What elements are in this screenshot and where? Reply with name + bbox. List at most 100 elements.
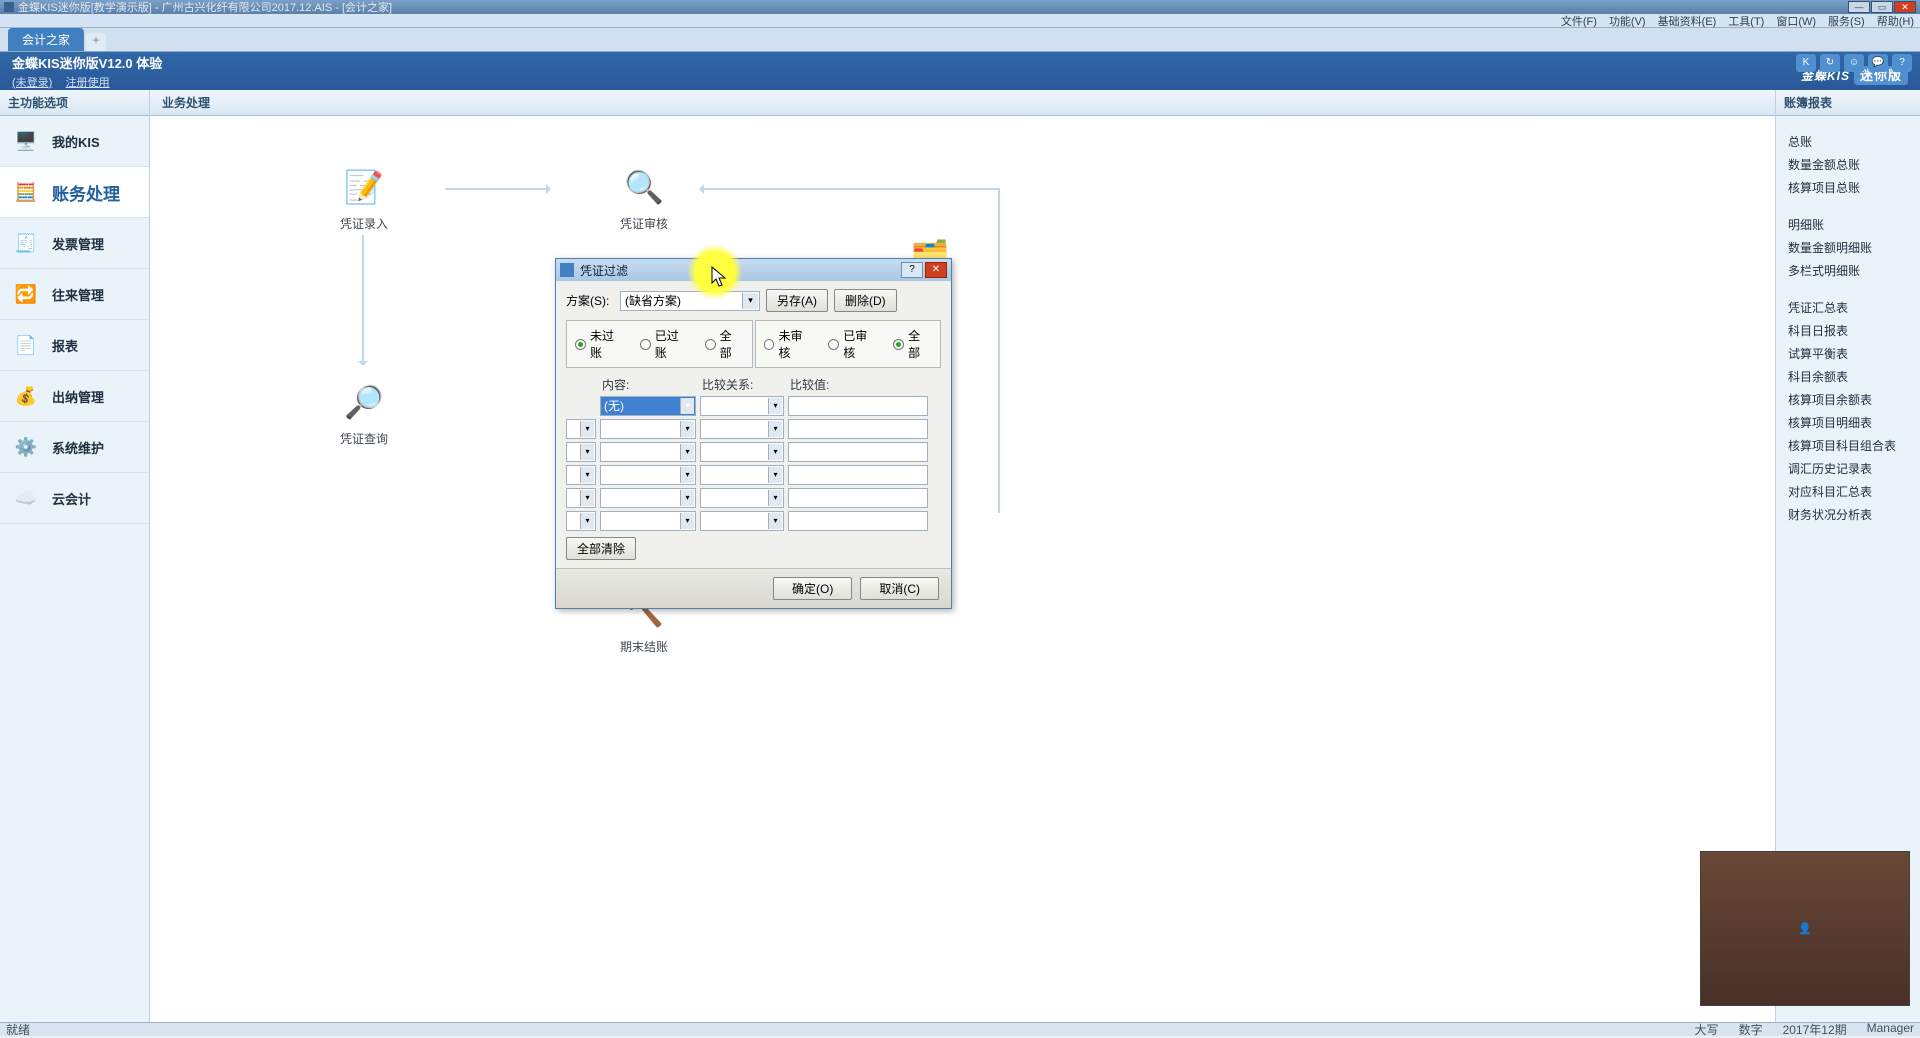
filter-relation-select[interactable]: ▾: [700, 396, 784, 416]
filter-logic-select[interactable]: ▾: [566, 465, 596, 485]
filter-relation-select[interactable]: ▾: [700, 488, 784, 508]
filter-relation-select[interactable]: ▾: [700, 511, 784, 531]
menu-window[interactable]: 窗口(W): [1770, 13, 1822, 29]
menu-file[interactable]: 文件(F): [1555, 13, 1603, 29]
sidebar-item-report[interactable]: 📄 报表: [0, 320, 149, 371]
status-caps: 大写: [1695, 1021, 1719, 1038]
filter-logic-select[interactable]: ▾: [566, 442, 596, 462]
filter-value-input[interactable]: [788, 488, 928, 508]
col-relation: 比较关系:: [702, 376, 786, 393]
rp-item[interactable]: 核算项目明细表: [1776, 411, 1920, 434]
rp-item[interactable]: 调汇历史记录表: [1776, 457, 1920, 480]
rp-item[interactable]: 科目日报表: [1776, 319, 1920, 342]
minimize-button[interactable]: —: [1848, 1, 1870, 13]
login-link[interactable]: (未登录): [12, 77, 52, 89]
dialog-titlebar[interactable]: 凭证过滤 ? ✕: [556, 259, 951, 281]
filter-logic-select[interactable]: ▾: [566, 488, 596, 508]
tray-icon-2[interactable]: ↻: [1820, 54, 1840, 72]
node-voucher-audit[interactable]: 🔍 凭证审核: [620, 165, 668, 232]
register-link[interactable]: 注册使用: [66, 77, 110, 89]
menu-service[interactable]: 服务(S): [1822, 13, 1871, 29]
sidebar-item-cashier[interactable]: 💰 出纳管理: [0, 371, 149, 422]
filter-logic-select[interactable]: ▾: [566, 511, 596, 531]
filter-content-select[interactable]: ▾: [600, 442, 696, 462]
filter-content-select[interactable]: ▾: [600, 488, 696, 508]
radio-unaudited[interactable]: 未审核: [764, 327, 815, 361]
radio-all-posting[interactable]: 全部: [705, 327, 744, 361]
dialog-help-button[interactable]: ?: [901, 262, 923, 278]
radio-posted[interactable]: 已过账: [640, 327, 691, 361]
audit-radio-group: 未审核 已审核 全部: [755, 320, 942, 368]
filter-content-select[interactable]: ▾: [600, 419, 696, 439]
sidebar-item-accounting[interactable]: 🧮 账务处理: [0, 167, 149, 218]
filter-value-input[interactable]: [788, 419, 928, 439]
sidebar-item-invoice[interactable]: 🧾 发票管理: [0, 218, 149, 269]
sidebar-item-mykis[interactable]: 🖥️ 我的KIS: [0, 116, 149, 167]
rp-item[interactable]: 对应科目汇总表: [1776, 480, 1920, 503]
filter-relation-select[interactable]: ▾: [700, 419, 784, 439]
scheme-label: 方案(S):: [566, 292, 614, 309]
tab-home[interactable]: 会计之家: [8, 28, 84, 51]
node-voucher-query[interactable]: 🔎 凭证查询: [340, 380, 388, 447]
rp-item[interactable]: 多栏式明细账: [1776, 259, 1920, 282]
tray-icon-4[interactable]: 💬: [1868, 54, 1888, 72]
rp-item[interactable]: 凭证汇总表: [1776, 296, 1920, 319]
maximize-button[interactable]: ▭: [1871, 1, 1893, 13]
rp-item[interactable]: 科目余额表: [1776, 365, 1920, 388]
sidebar-item-system[interactable]: ⚙️ 系统维护: [0, 422, 149, 473]
tray-icon-5[interactable]: ?: [1892, 54, 1912, 72]
filter-row-4: ▾ ▾ ▾: [566, 465, 941, 485]
filter-value-input[interactable]: [788, 442, 928, 462]
sidebar-item-cloud[interactable]: ☁️ 云会计: [0, 473, 149, 524]
rp-item[interactable]: 明细账: [1776, 213, 1920, 236]
rp-item[interactable]: 核算项目余额表: [1776, 388, 1920, 411]
rp-item[interactable]: 数量金额总账: [1776, 153, 1920, 176]
radio-unposted[interactable]: 未过账: [575, 327, 626, 361]
ok-button[interactable]: 确定(O): [773, 577, 852, 600]
filter-content-select[interactable]: (无)▾: [600, 396, 696, 416]
voucher-filter-dialog: 凭证过滤 ? ✕ 方案(S): (缺省方案) ▾ 另存(A) 删除(D) 未过账…: [555, 258, 952, 609]
node-voucher-entry[interactable]: 📝 凭证录入: [340, 165, 388, 232]
delete-button[interactable]: 删除(D): [834, 289, 897, 312]
col-value: 比较值:: [790, 376, 930, 393]
cancel-button[interactable]: 取消(C): [860, 577, 939, 600]
filter-logic-select[interactable]: ▾: [566, 419, 596, 439]
rp-item[interactable]: 总账: [1776, 130, 1920, 153]
tab-add-button[interactable]: +: [86, 33, 106, 51]
app-icon: [4, 2, 14, 12]
window-title: 金蝶KIS迷你版[教学演示版] - 广州古兴化纤有限公司2017.12.AIS …: [18, 0, 392, 15]
menu-basedata[interactable]: 基础资料(E): [1652, 13, 1723, 29]
rp-item[interactable]: 财务状况分析表: [1776, 503, 1920, 526]
close-button[interactable]: ✕: [1894, 1, 1916, 13]
tray-icon-3[interactable]: ☺: [1844, 54, 1864, 72]
radio-audited[interactable]: 已审核: [828, 327, 879, 361]
rp-item[interactable]: 核算项目科目组合表: [1776, 434, 1920, 457]
saveas-button[interactable]: 另存(A): [766, 289, 828, 312]
filter-value-input[interactable]: [788, 465, 928, 485]
radio-all-audit[interactable]: 全部: [893, 327, 932, 361]
rp-item[interactable]: 数量金额明细账: [1776, 236, 1920, 259]
filter-content-select[interactable]: ▾: [600, 465, 696, 485]
dialog-close-button[interactable]: ✕: [925, 262, 947, 278]
menu-tools[interactable]: 工具(T): [1722, 13, 1770, 29]
sidebar-item-receivables[interactable]: 🔁 往来管理: [0, 269, 149, 320]
filter-relation-select[interactable]: ▾: [700, 465, 784, 485]
status-text: 就绪: [6, 1021, 30, 1038]
rp-item[interactable]: 核算项目总账: [1776, 176, 1920, 199]
filter-relation-select[interactable]: ▾: [700, 442, 784, 462]
filter-value-input[interactable]: [788, 511, 928, 531]
rp-item[interactable]: 试算平衡表: [1776, 342, 1920, 365]
dialog-footer: 确定(O) 取消(C): [556, 568, 951, 608]
invoice-icon: 🧾: [10, 228, 42, 258]
scheme-select[interactable]: (缺省方案) ▾: [620, 291, 760, 311]
arrow-2: [700, 188, 1000, 190]
menu-function[interactable]: 功能(V): [1603, 13, 1652, 29]
clear-all-button[interactable]: 全部清除: [566, 537, 636, 560]
menu-help[interactable]: 帮助(H): [1871, 13, 1920, 29]
calculator-icon: 🧮: [10, 177, 42, 207]
filter-value-input[interactable]: [788, 396, 928, 416]
status-user: Manager: [1867, 1021, 1914, 1038]
filter-content-select[interactable]: ▾: [600, 511, 696, 531]
tray-icon-1[interactable]: K: [1796, 54, 1816, 72]
filter-row-3: ▾ ▾ ▾: [566, 442, 941, 462]
